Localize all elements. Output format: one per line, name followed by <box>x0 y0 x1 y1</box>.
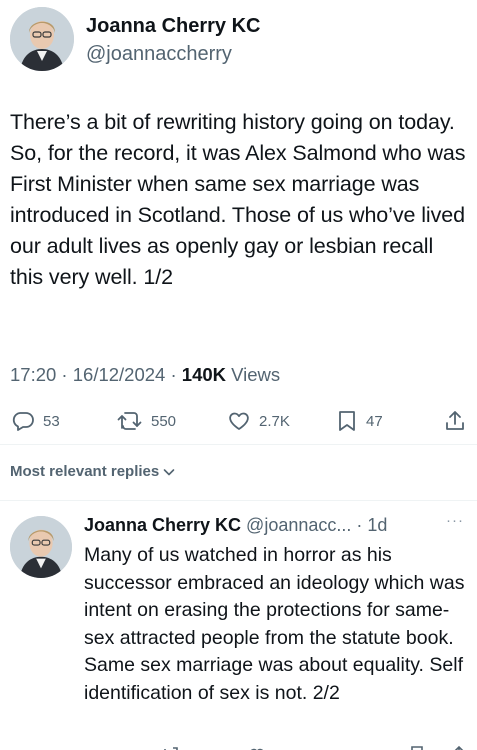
views-count: 140K <box>181 364 227 385</box>
chevron-down-icon <box>163 468 175 475</box>
reply-share-icon[interactable] <box>452 742 466 750</box>
bookmark-button[interactable]: 47 <box>336 409 383 433</box>
reply-button[interactable]: 53 <box>11 409 60 433</box>
share-icon <box>446 411 464 430</box>
speech-bubble-icon <box>12 412 34 431</box>
avatar-image <box>10 7 74 71</box>
author-avatar[interactable] <box>10 7 74 71</box>
retweet-count: 550 <box>151 412 177 430</box>
like-count: 2.7K <box>259 412 290 430</box>
heart-icon <box>229 412 249 430</box>
author-handle[interactable]: @joannaccherry <box>86 43 232 66</box>
views-label: Views <box>226 364 281 385</box>
divider <box>0 444 477 445</box>
avatar-image <box>10 516 72 578</box>
retweet-icon <box>117 412 142 430</box>
replies-sort-dropdown[interactable]: Most relevant replies <box>10 463 176 480</box>
reply-count: 53 <box>43 412 60 430</box>
divider <box>0 500 477 501</box>
tweet-timestamp[interactable]: 17:20 · 16/12/2024 · <box>10 364 182 385</box>
reply-like-icon[interactable] <box>248 742 266 750</box>
tweet-meta: 17:20 · 16/12/2024 · 140K Views <box>10 364 280 386</box>
author-name[interactable]: Joanna Cherry KC <box>86 15 261 38</box>
more-options-icon[interactable]: ··· <box>446 512 464 529</box>
reply-text: Many of us watched in horror as his succ… <box>84 544 465 704</box>
bookmark-count: 47 <box>366 412 383 430</box>
reply-header: Joanna Cherry KC @joannacc... · 1d <box>84 515 387 536</box>
reply-reply-icon[interactable] <box>84 742 102 750</box>
share-button[interactable] <box>444 409 466 433</box>
bookmark-icon <box>339 411 355 431</box>
reply-author-name[interactable]: Joanna Cherry KC <box>84 515 241 536</box>
like-button[interactable]: 2.7K <box>227 409 290 433</box>
reply-author-avatar[interactable] <box>10 516 72 578</box>
reply-bookmark-icon[interactable] <box>410 742 424 750</box>
replies-sort-label: Most relevant replies <box>10 463 160 480</box>
reply-retweet-icon[interactable] <box>162 742 180 750</box>
reply-author-handle[interactable]: @joannacc... · 1d <box>246 515 387 536</box>
retweet-button[interactable]: 550 <box>117 409 176 433</box>
tweet-text: There’s a bit of rewriting history going… <box>10 110 466 289</box>
